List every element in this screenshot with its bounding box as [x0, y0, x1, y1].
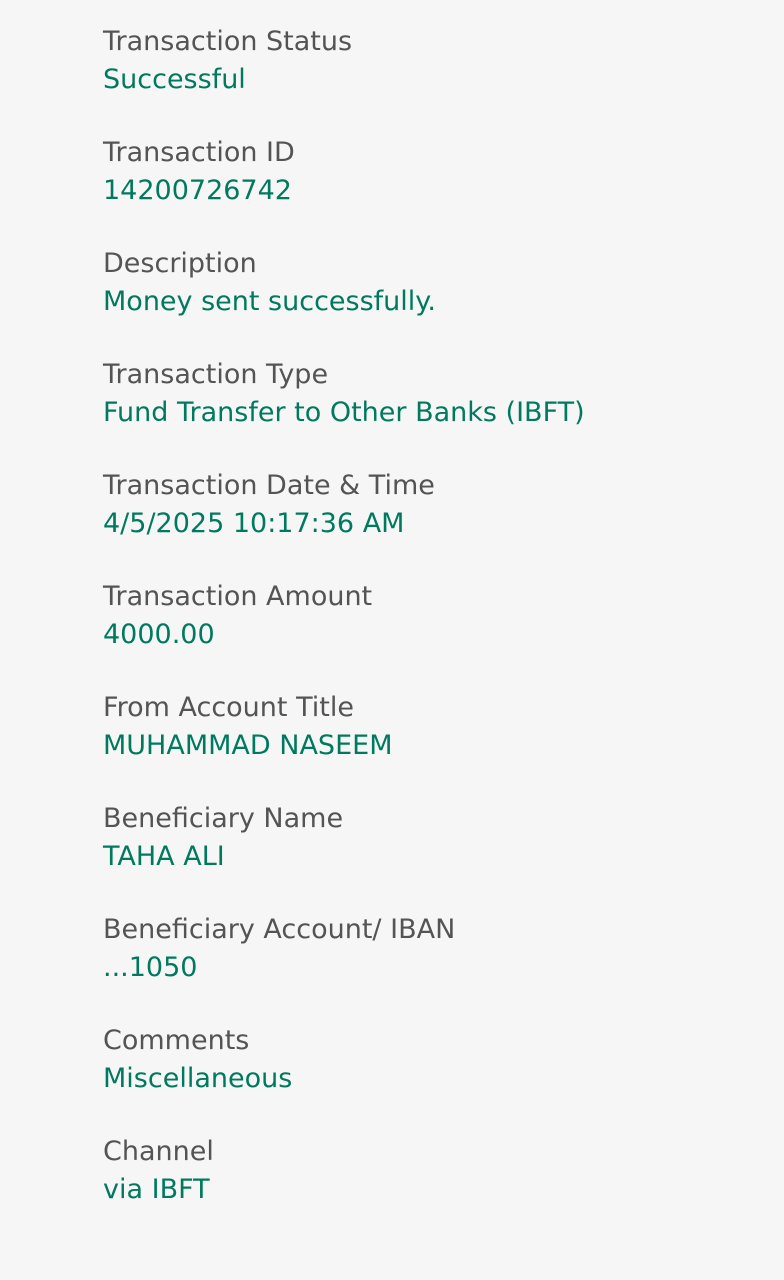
- field-transaction-type: Transaction Type Fund Transfer to Other …: [103, 356, 784, 467]
- field-label: Channel: [103, 1136, 214, 1167]
- field-value: TAHA ALI: [103, 841, 225, 872]
- field-value: Successful: [103, 64, 246, 95]
- field-value: Money sent successfully.: [103, 286, 437, 317]
- field-label: Transaction Date & Time: [103, 470, 435, 501]
- field-transaction-date-time: Transaction Date & Time 4/5/2025 10:17:3…: [103, 467, 784, 578]
- field-value: via IBFT: [103, 1174, 210, 1205]
- field-comments: Comments Miscellaneous: [103, 1022, 784, 1133]
- field-value: 4/5/2025 10:17:36 AM: [103, 508, 405, 539]
- field-value: MUHAMMAD NASEEM: [103, 730, 393, 761]
- field-transaction-id: Transaction ID 14200726742: [103, 134, 784, 245]
- field-label: Transaction ID: [103, 137, 295, 168]
- field-label: Description: [103, 248, 257, 279]
- transaction-details: Transaction Status Successful Transactio…: [0, 0, 784, 1280]
- field-label: Beneficiary Name: [103, 803, 344, 834]
- field-value: 4000.00: [103, 619, 215, 650]
- field-beneficiary-name: Beneficiary Name TAHA ALI: [103, 800, 784, 911]
- field-description: Description Money sent successfully.: [103, 245, 784, 356]
- field-value: 14200726742: [103, 175, 292, 206]
- field-from-account-title: From Account Title MUHAMMAD NASEEM: [103, 689, 784, 800]
- field-label: From Account Title: [103, 692, 354, 723]
- field-value: Fund Transfer to Other Banks (IBFT): [103, 397, 585, 428]
- field-beneficiary-account-iban: Beneficiary Account/ IBAN ...1050: [103, 911, 784, 1022]
- field-value: Miscellaneous: [103, 1063, 293, 1094]
- field-label: Transaction Type: [103, 359, 329, 390]
- field-label: Transaction Amount: [103, 581, 373, 612]
- field-label: Comments: [103, 1025, 250, 1056]
- field-label: Beneficiary Account/ IBAN: [103, 914, 456, 945]
- field-label: Transaction Status: [103, 26, 353, 57]
- field-transaction-amount: Transaction Amount 4000.00: [103, 578, 784, 689]
- field-channel: Channel via IBFT: [103, 1133, 784, 1244]
- field-transaction-status: Transaction Status Successful: [103, 23, 784, 134]
- field-value: ...1050: [103, 952, 198, 983]
